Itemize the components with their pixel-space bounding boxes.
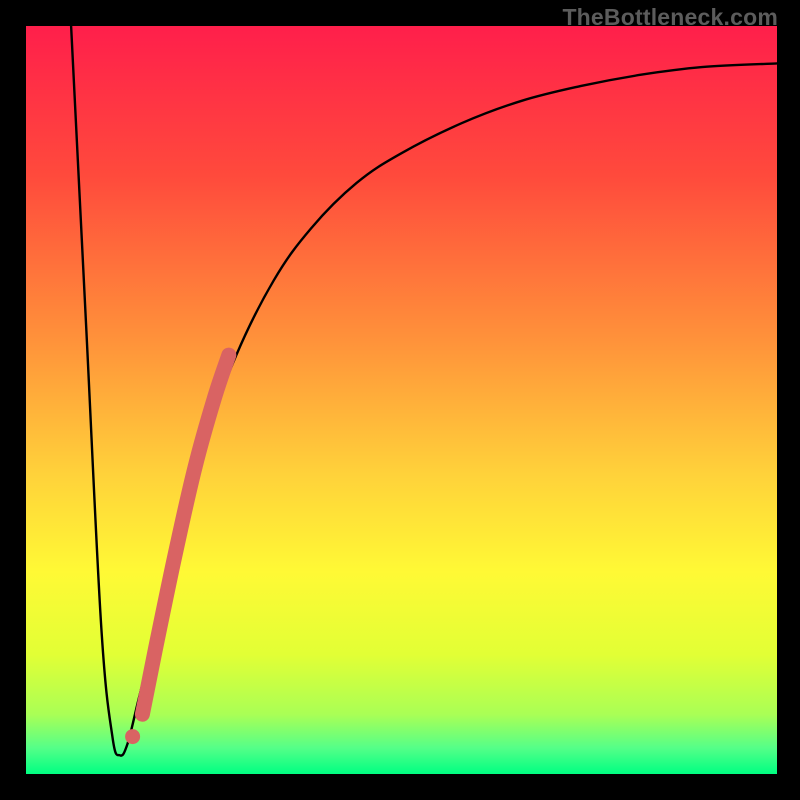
plot-area [26, 26, 777, 774]
accent-dot [125, 729, 140, 744]
chart-frame: TheBottleneck.com [0, 0, 800, 800]
watermark-text: TheBottleneck.com [562, 4, 778, 31]
accent-segment [142, 355, 228, 714]
chart-svg [26, 26, 777, 774]
bottleneck-curve [71, 26, 777, 756]
